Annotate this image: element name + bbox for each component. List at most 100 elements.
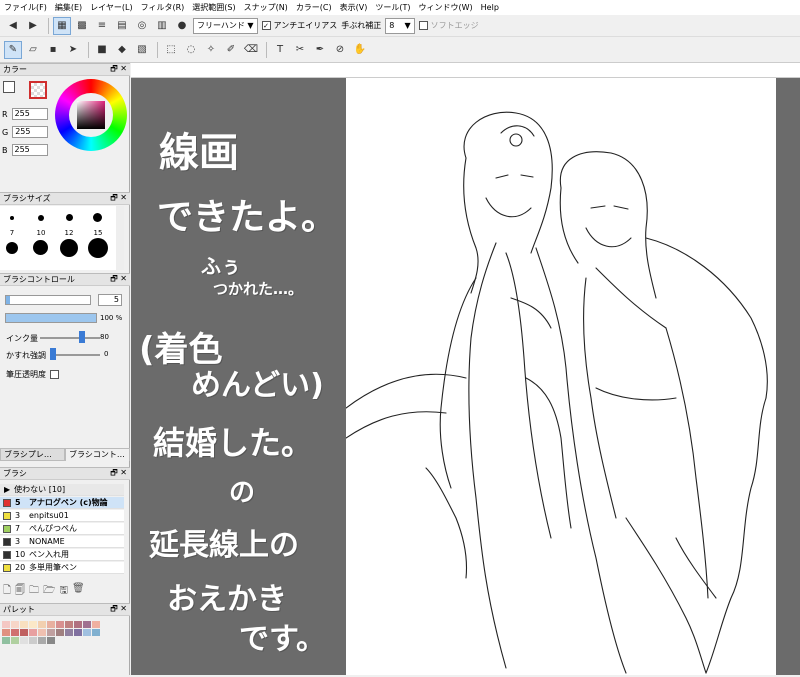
brush-list-item[interactable]: 20 多単用筆ペン	[0, 562, 124, 574]
drawing-canvas[interactable]	[345, 78, 776, 675]
magic-wand-tool-icon[interactable]: ✧	[202, 41, 220, 59]
delete-brush-icon[interactable]: 🗑	[72, 583, 85, 600]
dot-pen-tool-icon[interactable]: ▪	[44, 41, 62, 59]
tab-brush-preset[interactable]: ブラシプレ…	[0, 448, 65, 461]
palette-swatch[interactable]	[47, 629, 55, 636]
fill-rect-tool-icon[interactable]: ■	[93, 41, 111, 59]
palette-swatch[interactable]	[20, 629, 28, 636]
panel-controls-icon[interactable]: 🗗 ✕	[110, 273, 127, 287]
save-brush-icon[interactable]: 🖫	[59, 583, 68, 600]
antialias-checkbox[interactable]: ✓	[261, 21, 271, 30]
select-pen-tool-icon[interactable]: ✐	[222, 41, 240, 59]
menu-selection[interactable]: 選択範囲(S)	[192, 2, 235, 13]
prev-icon[interactable]: ◀	[4, 17, 22, 35]
concentric-icon[interactable]: ◎	[133, 17, 151, 35]
size-dot-12[interactable]	[66, 214, 73, 221]
size-slider[interactable]	[5, 295, 91, 305]
color-wheel[interactable]	[55, 79, 127, 151]
brush-list-item[interactable]: 7 ぺんぴつぺん	[0, 523, 124, 535]
brush-size-scrollbar[interactable]	[116, 206, 124, 270]
brush-list-item[interactable]: 3 NONAME	[0, 536, 124, 548]
color-square[interactable]	[77, 101, 105, 129]
select-eraser-tool-icon[interactable]: ⌫	[242, 41, 260, 59]
palette-swatch[interactable]	[20, 637, 28, 644]
size-dot-20[interactable]	[6, 242, 18, 254]
brush-tool-icon[interactable]: ✒	[311, 41, 329, 59]
eyedropper-tool-icon[interactable]: ⊘	[331, 41, 349, 59]
palette-swatch[interactable]	[56, 629, 64, 636]
palette-swatch[interactable]	[83, 629, 91, 636]
palette-swatch[interactable]	[38, 629, 46, 636]
hand-tool-icon[interactable]: ✋	[351, 41, 369, 59]
blur-slider-track[interactable]	[50, 354, 100, 356]
fill-tool-icon[interactable]: ◆	[113, 41, 131, 59]
palette-swatch[interactable]	[29, 637, 37, 644]
brush-group-row[interactable]: ▶ 使わない [10]	[0, 484, 124, 496]
brush-list-item[interactable]: 5 アナログペン (c)物論	[0, 497, 124, 509]
palette-swatch[interactable]	[2, 621, 10, 628]
pen-tool-icon[interactable]: ✎	[4, 40, 22, 59]
palette-swatch[interactable]	[92, 621, 100, 628]
size-input[interactable]: 5	[98, 294, 122, 306]
palette-swatch[interactable]	[74, 621, 82, 628]
perspective-icon[interactable]: ▤	[113, 17, 131, 35]
mode-select[interactable]: フリーハンド ▼	[193, 17, 258, 34]
brush-list-item[interactable]: 3 enpitsu01	[0, 510, 124, 522]
menu-filter[interactable]: フィルタ(R)	[141, 2, 185, 13]
panel-controls-icon[interactable]: 🗗 ✕	[110, 192, 127, 206]
palette-swatch[interactable]	[38, 637, 46, 644]
size-dot-15[interactable]	[93, 213, 102, 222]
palette-swatch[interactable]	[47, 637, 55, 644]
panel-controls-icon[interactable]: 🗗 ✕	[110, 603, 127, 617]
brush-list-item[interactable]: 10 ペン入れ用	[0, 549, 124, 561]
menu-window[interactable]: ウィンドウ(W)	[419, 2, 473, 13]
opacity-slider[interactable]	[5, 313, 97, 323]
gradient-tool-icon[interactable]: ▧	[133, 41, 151, 59]
palette-swatch[interactable]	[29, 629, 37, 636]
edit-tool-icon[interactable]: ✂	[291, 41, 309, 59]
menu-tool[interactable]: ツール(T)	[375, 2, 410, 13]
size-dot-25[interactable]	[33, 240, 48, 255]
b-input[interactable]: 255	[11, 144, 48, 156]
ink-slider-track[interactable]	[40, 337, 100, 339]
size-dot-10[interactable]	[38, 215, 44, 221]
rect-select-tool-icon[interactable]: ⬚	[162, 41, 180, 59]
size-dot-40[interactable]	[88, 238, 108, 258]
size-dot-30[interactable]	[60, 239, 78, 257]
eraser-tool-icon[interactable]: ▱	[24, 41, 42, 59]
palette-swatch[interactable]	[92, 629, 100, 636]
ruler-icon[interactable]: ▥	[153, 17, 171, 35]
palette-swatch[interactable]	[74, 629, 82, 636]
stabilizer-select[interactable]: 8 ▼	[385, 17, 415, 34]
menu-layer[interactable]: レイヤー(L)	[90, 2, 132, 13]
panel-controls-icon[interactable]: 🗗 ✕	[110, 63, 127, 77]
ink-slider-handle[interactable]	[79, 331, 85, 343]
new-brush-icon[interactable]: 🗋	[3, 583, 11, 600]
palette-swatch[interactable]	[65, 621, 73, 628]
menu-view[interactable]: 表示(V)	[340, 2, 368, 13]
palette-swatch[interactable]	[65, 629, 73, 636]
palette-swatch[interactable]	[56, 621, 64, 628]
palette-swatch[interactable]	[47, 621, 55, 628]
group-brush-icon[interactable]: 🗀	[29, 583, 39, 600]
r-input[interactable]: 255	[11, 108, 48, 120]
folder-icon[interactable]: 🗁	[43, 583, 55, 600]
size-dot-7[interactable]	[10, 216, 14, 220]
pressure-checkbox[interactable]	[50, 370, 59, 379]
palette-swatch[interactable]	[83, 621, 91, 628]
blur-slider-handle[interactable]	[50, 348, 56, 360]
palette-swatch[interactable]	[20, 621, 28, 628]
grid-icon[interactable]: ▩	[73, 17, 91, 35]
menu-file[interactable]: ファイル(F)	[4, 2, 47, 13]
tab-brush-control[interactable]: ブラシコント…	[65, 448, 130, 461]
soft-edge-checkbox[interactable]	[418, 21, 428, 30]
palette-swatch[interactable]	[2, 637, 10, 644]
lasso-tool-icon[interactable]: ◌	[182, 41, 200, 59]
palette-swatch[interactable]	[2, 629, 10, 636]
palette-swatch[interactable]	[11, 637, 19, 644]
lines-icon[interactable]: ≡	[93, 17, 111, 35]
foreground-color-swatch[interactable]	[3, 81, 15, 93]
palette-swatch[interactable]	[29, 621, 37, 628]
snap-off-icon[interactable]: ▦	[53, 16, 71, 35]
text-tool-icon[interactable]: T	[271, 41, 289, 59]
